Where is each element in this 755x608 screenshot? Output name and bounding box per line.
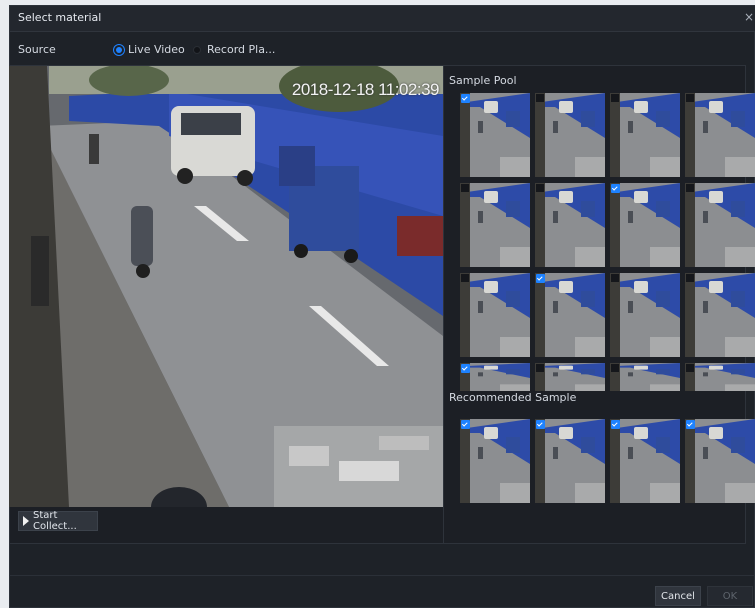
record-playback-radio[interactable]: Record Pla...: [193, 43, 275, 56]
checked-checkbox-icon[interactable]: [461, 364, 470, 373]
radio-unselected-icon: [193, 45, 201, 54]
sample-thumbnail[interactable]: [460, 363, 530, 391]
footer-divider: [9, 575, 755, 576]
cancel-button[interactable]: Cancel: [655, 586, 701, 606]
unchecked-checkbox-icon[interactable]: [536, 184, 544, 192]
unchecked-checkbox-icon[interactable]: [611, 94, 619, 102]
checked-checkbox-icon[interactable]: [536, 274, 545, 283]
play-icon: [23, 516, 29, 526]
sample-thumbnail[interactable]: [610, 419, 680, 503]
source-label: Source: [18, 43, 56, 56]
sample-thumbnail[interactable]: [685, 273, 755, 357]
unchecked-checkbox-icon[interactable]: [686, 94, 694, 102]
sample-thumbnail[interactable]: [535, 363, 605, 391]
radio-selected-icon: [116, 46, 122, 53]
checked-checkbox-icon[interactable]: [536, 420, 545, 429]
unchecked-checkbox-icon[interactable]: [686, 364, 694, 372]
record-playback-label: Record Pla...: [207, 43, 276, 56]
unchecked-checkbox-icon[interactable]: [686, 274, 694, 282]
start-collect-label: Start Collect...: [33, 510, 77, 532]
sample-thumbnail[interactable]: [460, 273, 530, 357]
sample-thumbnail[interactable]: [685, 183, 755, 267]
unchecked-checkbox-icon[interactable]: [536, 94, 544, 102]
checked-checkbox-icon[interactable]: [611, 420, 620, 429]
source-row: Source Live Video Record Pla...: [9, 40, 755, 60]
checked-checkbox-icon[interactable]: [686, 420, 695, 429]
unchecked-checkbox-icon[interactable]: [536, 364, 544, 372]
sample-thumbnail[interactable]: [610, 183, 680, 267]
sample-thumbnail[interactable]: [610, 273, 680, 357]
video-timestamp: 2018-12-18 11:02:39: [291, 80, 440, 99]
recommended-sample-heading: Recommended Sample: [449, 391, 577, 404]
panel-divider: [443, 66, 444, 544]
sample-thumbnail[interactable]: [535, 93, 605, 177]
checked-checkbox-icon[interactable]: [611, 184, 620, 193]
ok-button[interactable]: OK: [707, 586, 753, 606]
live-video-radio[interactable]: Live Video: [116, 43, 185, 56]
unchecked-checkbox-icon[interactable]: [611, 274, 619, 282]
sample-thumbnail[interactable]: [685, 93, 755, 177]
street-scene-image: [9, 66, 443, 507]
sample-thumbnail[interactable]: [610, 93, 680, 177]
unchecked-checkbox-icon[interactable]: [611, 364, 619, 372]
dialog-title: Select material: [18, 11, 102, 24]
sample-thumbnail[interactable]: [460, 183, 530, 267]
sample-thumbnail[interactable]: [685, 419, 755, 503]
sample-thumbnail[interactable]: [460, 93, 530, 177]
sample-thumbnail[interactable]: [610, 363, 680, 391]
sample-thumbnail[interactable]: [535, 419, 605, 503]
unchecked-checkbox-icon[interactable]: [461, 274, 469, 282]
close-icon[interactable]: ×: [744, 10, 754, 24]
sample-thumbnail[interactable]: [535, 273, 605, 357]
checked-checkbox-icon[interactable]: [461, 94, 470, 103]
live-video-preview: 2018-12-18 11:02:39: [9, 66, 443, 507]
live-video-label: Live Video: [128, 43, 185, 56]
checked-checkbox-icon[interactable]: [461, 420, 470, 429]
sample-thumbnail[interactable]: [535, 183, 605, 267]
sample-thumbnail[interactable]: [460, 419, 530, 503]
unchecked-checkbox-icon[interactable]: [461, 184, 469, 192]
dialog-titlebar: Select material ×: [10, 6, 755, 32]
start-collect-button[interactable]: Start Collect...: [18, 510, 98, 532]
sample-pool-heading: Sample Pool: [449, 74, 517, 87]
sample-thumbnail[interactable]: [685, 363, 755, 391]
unchecked-checkbox-icon[interactable]: [686, 184, 694, 192]
